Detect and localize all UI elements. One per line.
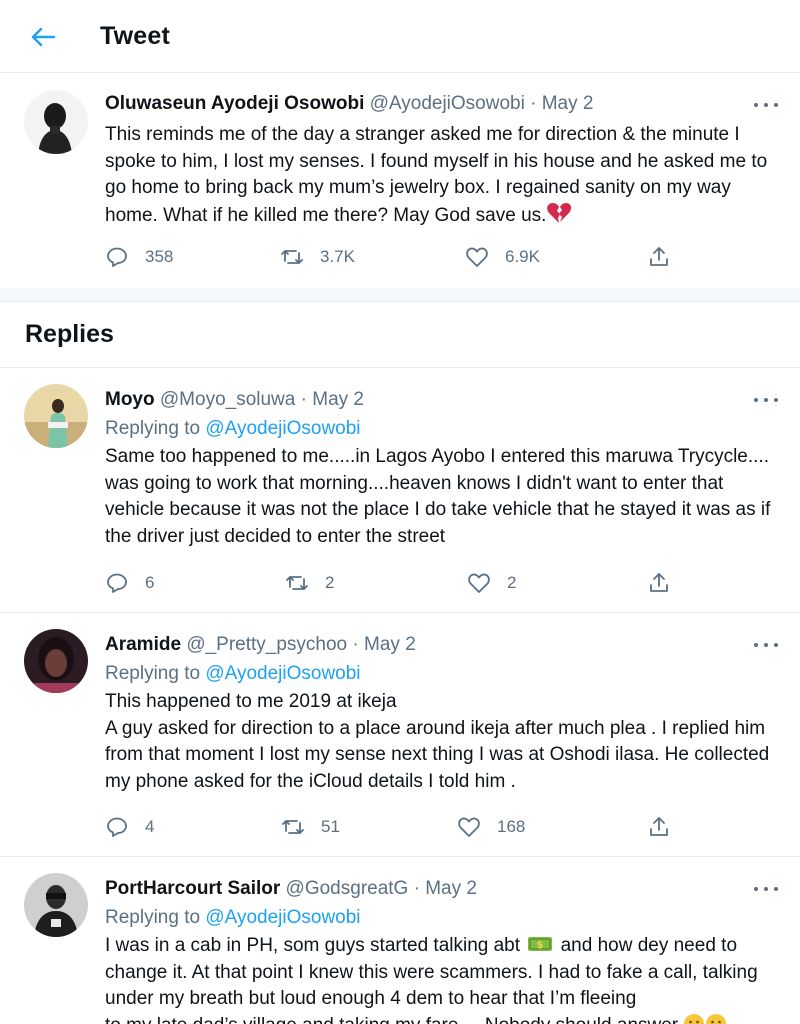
like-icon (468, 573, 490, 593)
svg-text:$: $ (537, 940, 544, 951)
like-icon (458, 817, 480, 837)
replying-to: Replying to @AyodejiOsowobi (105, 661, 778, 687)
share-icon (650, 573, 668, 592)
replying-to: Replying to @AyodejiOsowobi (105, 905, 778, 931)
like-icon (466, 247, 488, 267)
more-options-button[interactable] (754, 98, 778, 112)
retweet-count: 3.7K (320, 247, 355, 266)
retweet-icon (282, 820, 304, 834)
author-handle[interactable]: @_Pretty_psychoo (186, 634, 347, 655)
tweet-actions: 6 2 2 (105, 570, 685, 596)
tweet-actions: 358 3.7K 6.9K (105, 244, 685, 270)
retweet-count: 51 (321, 817, 340, 836)
like-button[interactable]: 168 (457, 814, 525, 840)
reply-icon (107, 247, 127, 267)
author-name[interactable]: Oluwaseun Ayodeji Osowobi (105, 93, 364, 114)
tweet-date[interactable]: May 2 (312, 389, 364, 410)
reply-tweet[interactable]: Moyo @Moyo_soluwa · May 2 Replying to @A… (0, 368, 800, 613)
author-handle[interactable]: @Moyo_soluwa (160, 389, 295, 410)
dollar-banknote-emoji-icon: $ (528, 937, 553, 951)
like-count: 2 (507, 573, 517, 592)
like-count: 168 (497, 817, 526, 836)
avatar[interactable] (24, 90, 88, 154)
tweet-text: This reminds me of the day a stranger as… (105, 122, 778, 229)
share-icon (650, 817, 668, 836)
tweet-actions: 4 51 168 (105, 814, 685, 840)
tweet-text-part: to my late dad’s village and taking my f… (105, 1015, 678, 1024)
tweet-text: This happened to me 2019 at ikeja A guy … (105, 689, 778, 795)
tweet-date[interactable]: May 2 (542, 93, 594, 114)
more-options-button[interactable] (754, 638, 778, 652)
author-name[interactable]: Moyo (105, 389, 155, 410)
back-arrow-icon (31, 27, 56, 47)
author-handle[interactable]: @GodsgreatG (286, 878, 409, 899)
mention-link[interactable]: @AyodejiOsowobi (205, 907, 360, 928)
retweet-icon (286, 576, 308, 590)
reply-button[interactable]: 4 (105, 814, 154, 840)
retweet-icon (281, 250, 303, 264)
reply-tweet[interactable]: Aramide @_Pretty_psychoo · May 2 Replyin… (0, 613, 800, 857)
share-button[interactable] (647, 814, 671, 840)
reply-icon (107, 573, 127, 593)
replying-prefix: Replying to (105, 418, 201, 439)
share-button[interactable] (647, 570, 671, 596)
mention-link[interactable]: @AyodejiOsowobi (205, 418, 360, 439)
share-icon (650, 247, 668, 266)
reply-button[interactable]: 6 (105, 570, 154, 596)
like-button[interactable]: 2 (467, 570, 516, 596)
separator-dot: · (413, 878, 420, 899)
back-button[interactable] (28, 22, 58, 52)
broken-heart-emoji-icon (547, 202, 572, 223)
tweet-date[interactable]: May 2 (425, 878, 477, 899)
author-name[interactable]: PortHarcourt Sailor (105, 878, 280, 899)
replying-prefix: Replying to (105, 663, 201, 684)
like-count: 6.9K (505, 247, 540, 266)
reply-button[interactable]: 358 (105, 244, 173, 270)
like-button[interactable]: 6.9K (465, 244, 540, 270)
avatar[interactable] (24, 629, 88, 693)
separator-dot: · (530, 93, 537, 114)
reply-count: 4 (145, 817, 155, 836)
section-divider (0, 288, 800, 302)
replies-heading: Replies (25, 320, 114, 348)
retweet-button[interactable]: 2 (285, 570, 334, 596)
tweet-text-body: This reminds me of the day a stranger as… (105, 124, 768, 226)
avatar[interactable] (24, 873, 88, 937)
tweet-date[interactable]: May 2 (364, 634, 416, 655)
more-options-button[interactable] (754, 882, 778, 896)
reply-tweet[interactable]: PortHarcourt Sailor @GodsgreatG · May 2 … (0, 857, 800, 1024)
tweet-text: Same too happened to me.....in Lagos Ayo… (105, 446, 771, 547)
author-name[interactable]: Aramide (105, 634, 181, 655)
share-button[interactable] (647, 244, 671, 270)
replying-prefix: Replying to (105, 907, 201, 928)
grinning-face-emoji-icon (684, 1013, 705, 1024)
replying-to: Replying to @AyodejiOsowobi (105, 416, 778, 442)
page-title: Tweet (100, 22, 170, 50)
tweet-text-line: to my late dad’s village and taking my f… (105, 1013, 778, 1024)
more-options-button[interactable] (754, 393, 778, 407)
main-tweet[interactable]: Oluwaseun Ayodeji Osowobi @AyodejiOsowob… (0, 74, 800, 288)
reply-count: 358 (145, 247, 174, 266)
mention-link[interactable]: @AyodejiOsowobi (205, 663, 360, 684)
retweet-button[interactable]: 51 (281, 814, 340, 840)
grinning-face-emoji-icon (706, 1013, 727, 1024)
separator-dot: · (300, 389, 307, 410)
tweet-text-line: This happened to me 2019 at ikeja (105, 691, 397, 712)
retweet-button[interactable]: 3.7K (280, 244, 355, 270)
retweet-count: 2 (325, 573, 335, 592)
avatar[interactable] (24, 384, 88, 448)
reply-icon (107, 817, 127, 837)
tweet-text-line: A guy asked for direction to a place aro… (105, 717, 770, 792)
reply-count: 6 (145, 573, 155, 592)
tweet-text-part: I was in a cab in PH, som guys started t… (105, 935, 521, 956)
author-handle[interactable]: @AyodejiOsowobi (370, 93, 525, 114)
separator-dot: · (352, 634, 359, 655)
top-bar: Tweet (0, 0, 800, 73)
tweet-text: I was in a cab in PH, som guys started t… (105, 933, 778, 1024)
